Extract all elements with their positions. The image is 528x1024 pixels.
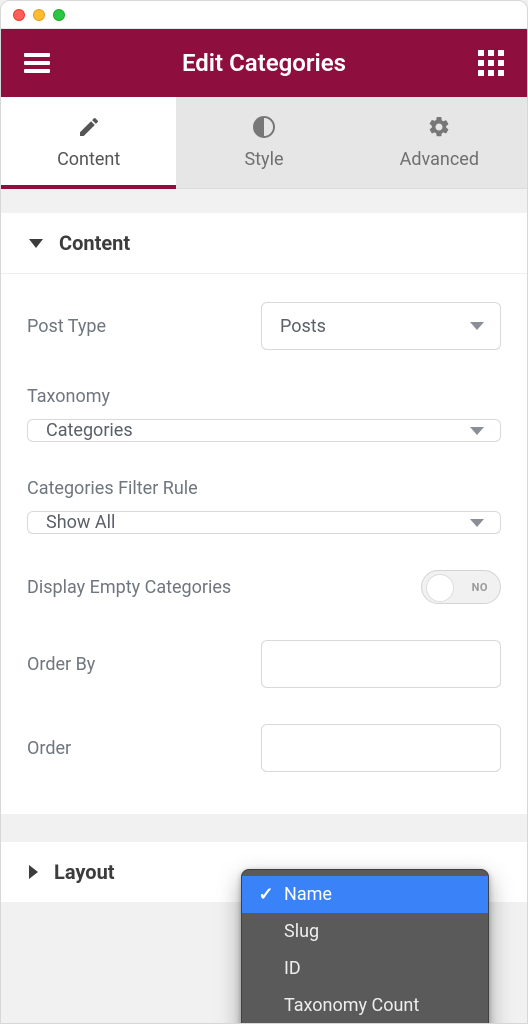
dropdown-item-label: Slug xyxy=(284,921,319,942)
dropdown-item-id[interactable]: ✓ ID xyxy=(242,950,488,987)
order-by-dropdown: ✓ Name ✓ Slug ✓ ID ✓ Taxonomy Count ✓ De… xyxy=(241,869,489,1024)
filter-rule-label: Categories Filter Rule xyxy=(27,478,501,499)
chevron-down-icon xyxy=(470,427,484,435)
taxonomy-select[interactable]: Categories xyxy=(27,419,501,442)
check-icon: ✓ xyxy=(256,884,276,905)
field-post-type: Post Type Posts xyxy=(27,284,501,368)
tab-advanced[interactable]: Advanced xyxy=(352,97,527,188)
section-content: Content Post Type Posts Taxonomy Cate xyxy=(1,213,527,814)
field-order-by: Order By xyxy=(27,622,501,706)
field-display-empty: Display Empty Categories NO xyxy=(27,552,501,622)
hamburger-icon xyxy=(24,61,50,65)
field-taxonomy: Taxonomy Categories xyxy=(27,368,501,460)
tab-content[interactable]: Content xyxy=(1,97,176,188)
display-empty-toggle[interactable]: NO xyxy=(421,570,501,604)
toggle-off-text: NO xyxy=(472,581,488,594)
content-area: Content Post Type Posts Taxonomy Cate xyxy=(1,189,527,902)
field-order: Order xyxy=(27,706,501,790)
dropdown-item-label: ID xyxy=(284,958,301,979)
grid-icon xyxy=(478,50,504,76)
post-type-label: Post Type xyxy=(27,316,106,337)
order-select[interactable] xyxy=(261,724,501,772)
filter-rule-value: Show All xyxy=(46,512,115,533)
section-content-body: Post Type Posts Taxonomy Categories xyxy=(1,273,527,814)
pencil-icon xyxy=(77,115,101,139)
menu-button[interactable] xyxy=(21,61,53,65)
order-by-label: Order By xyxy=(27,654,95,675)
chevron-right-icon xyxy=(29,865,38,879)
post-type-select[interactable]: Posts xyxy=(261,302,501,350)
taxonomy-label: Taxonomy xyxy=(27,386,501,407)
section-content-header[interactable]: Content xyxy=(1,213,527,273)
dropdown-item-taxonomy-count[interactable]: ✓ Taxonomy Count xyxy=(242,987,488,1024)
filter-rule-select[interactable]: Show All xyxy=(27,511,501,534)
minimize-window-button[interactable] xyxy=(33,9,45,21)
dropdown-item-slug[interactable]: ✓ Slug xyxy=(242,913,488,950)
taxonomy-value: Categories xyxy=(46,420,133,441)
mac-titlebar xyxy=(1,1,527,29)
section-gap xyxy=(1,814,527,842)
tab-label: Content xyxy=(57,149,120,170)
chevron-down-icon xyxy=(470,519,484,527)
field-filter-rule: Categories Filter Rule Show All xyxy=(27,460,501,552)
order-by-select[interactable] xyxy=(261,640,501,688)
gear-icon xyxy=(427,115,451,139)
close-window-button[interactable] xyxy=(13,9,25,21)
spacer xyxy=(1,189,527,213)
chevron-down-icon xyxy=(29,239,43,248)
half-circle-icon xyxy=(252,115,276,139)
order-label: Order xyxy=(27,738,71,759)
tabs: Content Style Advanced xyxy=(1,97,527,189)
app-header: Edit Categories xyxy=(1,29,527,97)
page-title: Edit Categories xyxy=(182,49,346,77)
section-title: Layout xyxy=(54,860,115,884)
post-type-value: Posts xyxy=(280,316,326,337)
window: Edit Categories Content Style Advanced xyxy=(0,0,528,1024)
dropdown-item-label: Taxonomy Count xyxy=(284,995,419,1016)
tab-label: Style xyxy=(244,149,283,170)
dropdown-item-name[interactable]: ✓ Name xyxy=(242,876,488,913)
section-title: Content xyxy=(59,231,130,255)
chevron-down-icon xyxy=(470,322,484,330)
display-empty-label: Display Empty Categories xyxy=(27,577,231,598)
dropdown-item-label: Name xyxy=(284,884,332,905)
tab-label: Advanced xyxy=(400,149,479,170)
apps-grid-button[interactable] xyxy=(475,50,507,76)
tab-style[interactable]: Style xyxy=(176,97,351,188)
maximize-window-button[interactable] xyxy=(53,9,65,21)
